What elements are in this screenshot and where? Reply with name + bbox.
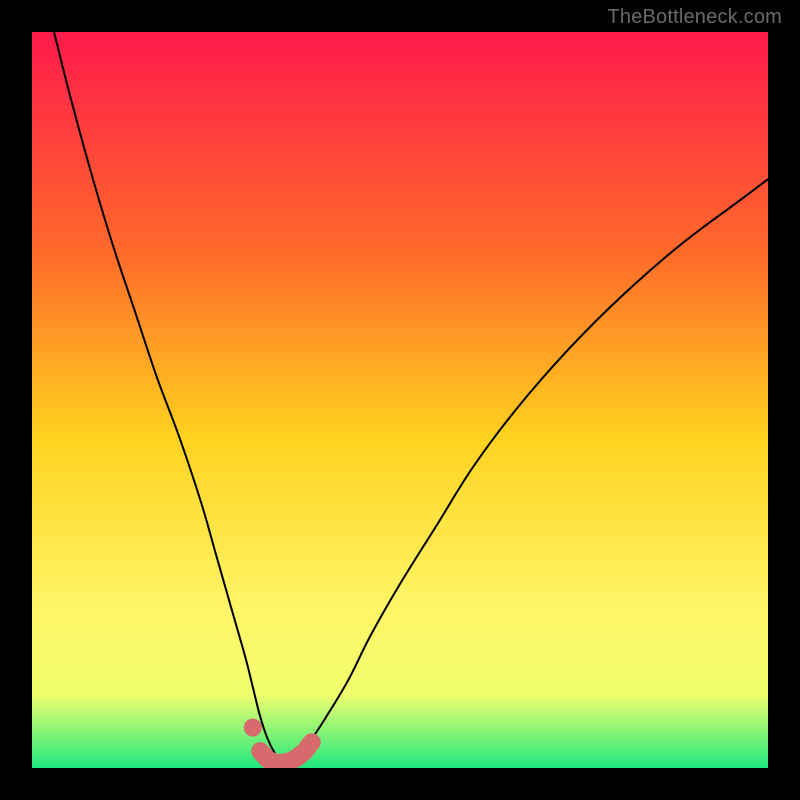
gradient-background	[32, 32, 768, 768]
highlight-dot-icon	[244, 719, 262, 737]
watermark-text: TheBottleneck.com	[607, 6, 782, 29]
chart-frame: TheBottleneck.com	[0, 0, 800, 800]
plot-area	[32, 32, 768, 768]
bottleneck-chart	[32, 32, 768, 768]
